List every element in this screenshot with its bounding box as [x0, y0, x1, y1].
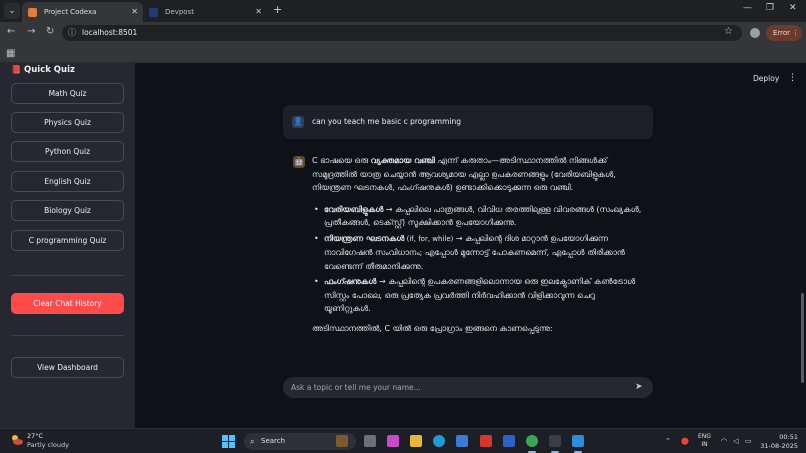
browser-tab-strip: ⌄ Project Codexa ✕ Devpost ✕ + — ❐ ✕ — [0, 0, 806, 22]
devpost-favicon-icon — [149, 8, 158, 17]
edge-icon[interactable] — [433, 435, 445, 447]
intro-text: C ഭാഷയെ ഒരു — [312, 156, 371, 165]
sidebar-title: 📕 Quick Quiz — [11, 65, 75, 75]
assistant-outro: അടിസ്ഥാനത്തിൽ, C യിൽ ഒരു പ്രോഗ്രാം ഇങ്ങന… — [312, 323, 553, 333]
tab-search-button[interactable]: ⌄ — [4, 3, 20, 19]
clock[interactable]: 00:51 31-08-2025 — [760, 433, 798, 450]
chevron-up-icon[interactable]: ⌃ — [665, 437, 671, 445]
deploy-button[interactable]: Deploy — [753, 74, 779, 83]
profile-error-button[interactable]: Error ⋮ — [766, 25, 802, 41]
reload-icon[interactable]: ↻ — [46, 26, 54, 37]
taskbar: 27°C Partly cloudy ⌕ Search ⌃ ⬤ ENG IN ◠… — [0, 428, 806, 453]
battery-icon[interactable]: ▭ — [745, 437, 752, 445]
chat-input-placeholder: Ask a topic or tell me your name... — [291, 383, 421, 392]
biology-quiz-button[interactable]: Biology Quiz — [11, 200, 124, 221]
close-tab-icon[interactable]: ✕ — [131, 2, 138, 22]
clock-date: 31-08-2025 — [760, 441, 798, 450]
store-icon[interactable] — [456, 435, 468, 447]
math-quiz-button[interactable]: Math Quiz — [11, 83, 124, 104]
security-icon[interactable]: ⬤ — [681, 437, 689, 445]
close-tab-icon[interactable]: ✕ — [255, 2, 262, 22]
sidebar-title-text: Quick Quiz — [23, 65, 75, 75]
site-info-icon[interactable]: ⓘ — [68, 25, 76, 41]
list-item: ഫംഗ്ഷനുകൾ → കപ്പലിന്റെ ഉപകരണങ്ങളിലൊന്നായ… — [312, 275, 642, 316]
bullet-title: വേരിയബിളുകൾ — [324, 204, 384, 214]
language-indicator[interactable]: ENG IN — [698, 433, 711, 449]
minimize-icon[interactable]: — — [743, 3, 752, 13]
weather-icon[interactable] — [10, 433, 24, 447]
physics-quiz-button[interactable]: Physics Quiz — [11, 112, 124, 133]
c-programming-quiz-button[interactable]: C programming Quiz — [11, 230, 124, 251]
apps-grid-icon[interactable]: ▦ — [6, 48, 15, 59]
main-menu-icon[interactable]: ⋮ — [788, 73, 797, 83]
view-dashboard-button[interactable]: View Dashboard — [11, 357, 124, 378]
search-icon: ⌕ — [250, 437, 255, 446]
task-view-icon[interactable] — [364, 435, 376, 447]
notebook-icon: 📕 — [11, 65, 21, 74]
extension-icon[interactable] — [750, 28, 760, 38]
url-text: localhost:8501 — [82, 28, 138, 37]
lang-line1: ENG — [698, 433, 711, 440]
bullet-title: നിയന്ത്രണ ഘടനകൾ — [324, 233, 405, 243]
tab-title: Devpost — [165, 8, 194, 16]
windows-start-icon[interactable] — [222, 435, 235, 448]
main-content: Deploy ⋮ 👤 can you teach me basic c prog… — [135, 63, 806, 428]
clear-chat-history-button[interactable]: Clear Chat History — [11, 293, 124, 314]
intro-bold: വ്യക്തമായ വഞ്ചി — [370, 156, 435, 165]
lang-line2: IN — [701, 441, 708, 448]
weather-temp: 27°C — [27, 432, 44, 440]
bullet-title: ഫംഗ്ഷനുകൾ — [324, 277, 377, 286]
scrollbar[interactable] — [801, 293, 804, 383]
tab-devpost[interactable]: Devpost ✕ — [143, 2, 267, 22]
chat-input[interactable]: Ask a topic or tell me your name... ➤ — [283, 377, 653, 398]
send-icon[interactable]: ➤ — [635, 377, 643, 398]
volume-icon[interactable]: ◁ — [733, 437, 738, 445]
wifi-icon[interactable]: ◠ — [721, 437, 727, 445]
user-message: 👤 can you teach me basic c programming — [283, 105, 653, 139]
tab-project-codexa[interactable]: Project Codexa ✕ — [22, 2, 143, 22]
copilot-icon[interactable] — [387, 435, 399, 447]
clock-time: 00:51 — [779, 433, 798, 441]
app-favicon-icon — [28, 8, 37, 17]
widget-icon[interactable] — [336, 435, 348, 447]
python-quiz-button[interactable]: Python Quiz — [11, 141, 124, 162]
window-close-icon[interactable]: ✕ — [789, 3, 797, 13]
weather-desc: Partly cloudy — [27, 441, 69, 449]
user-avatar-icon: 👤 — [292, 116, 304, 128]
forward-icon[interactable]: → — [27, 26, 35, 37]
sidebar-divider — [11, 335, 124, 336]
vscode-icon[interactable] — [572, 435, 584, 453]
sidebar-divider — [11, 275, 124, 276]
assistant-bullet-list: വേരിയബിളുകൾ → കപ്പലിലെ പാത്രങ്ങൾ, വിവിധ … — [312, 203, 642, 316]
brave-icon[interactable] — [480, 435, 492, 447]
url-field[interactable]: ⓘ localhost:8501 — [62, 25, 742, 41]
restore-icon[interactable]: ❐ — [766, 3, 774, 13]
english-quiz-button[interactable]: English Quiz — [11, 171, 124, 192]
list-item: നിയന്ത്രണ ഘടനകൾ (if, for, while) → കപ്പല… — [312, 232, 642, 274]
teams-icon[interactable] — [503, 435, 515, 447]
sidebar: 📕 Quick Quiz Math Quiz Physics Quiz Pytho… — [0, 63, 135, 428]
error-label: Error — [773, 29, 791, 37]
address-bar-row: ← → ↻ ⓘ localhost:8501 ☆ Error ⋮ — [0, 22, 806, 44]
list-item: വേരിയബിളുകൾ → കപ്പലിലെ പാത്രങ്ങൾ, വിവിധ … — [312, 203, 642, 230]
new-tab-icon[interactable]: + — [273, 3, 282, 16]
terminal-icon[interactable] — [549, 435, 561, 453]
assistant-avatar-icon: 🤖 — [293, 156, 305, 168]
search-label: Search — [261, 437, 286, 445]
bookmark-star-icon[interactable]: ☆ — [724, 26, 733, 37]
back-icon[interactable]: ← — [7, 26, 15, 37]
file-explorer-icon[interactable] — [410, 435, 422, 447]
bullet-extra: (if, for, while) — [404, 234, 454, 243]
bookmarks-bar: ▦ — [0, 44, 806, 63]
assistant-intro: C ഭാഷയെ ഒരു വ്യക്തമായ വഞ്ചി എന്ന് കരുതാം… — [312, 154, 642, 195]
chrome-icon[interactable] — [526, 435, 538, 453]
assistant-message-body: C ഭാഷയെ ഒരു വ്യക്തമായ വഞ്ചി എന്ന് കരുതാം… — [312, 154, 642, 343]
user-message-text: can you teach me basic c programming — [312, 117, 462, 126]
tab-title: Project Codexa — [44, 8, 97, 16]
